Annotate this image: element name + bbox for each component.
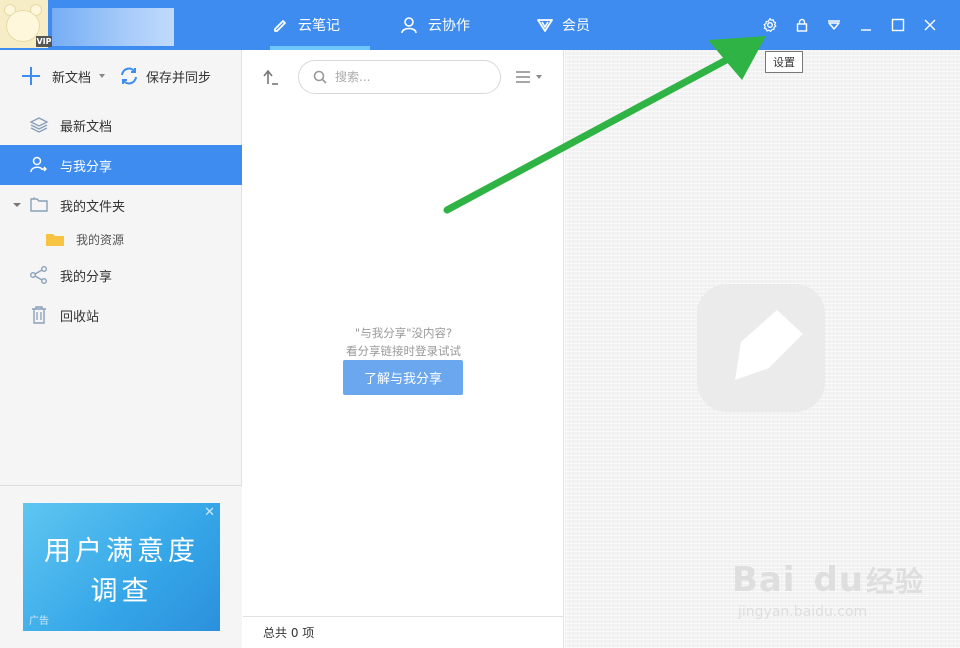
watermark-bai: Bai: [732, 560, 796, 600]
watermark-suffix: 经验: [866, 565, 925, 598]
watermark-url: jingyan.baidu.com: [738, 604, 868, 620]
annotation-arrow: [443, 36, 766, 214]
baidu-watermark: Bai du经验 jingyan.baidu.com: [732, 560, 925, 620]
watermark-du: du: [813, 560, 865, 600]
